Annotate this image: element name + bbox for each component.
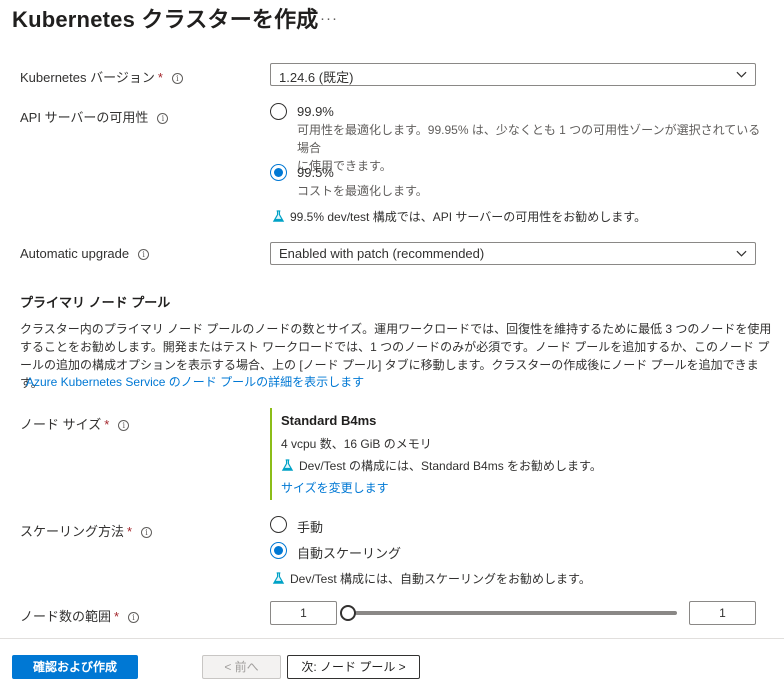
chevron-down-icon bbox=[736, 71, 747, 78]
k8s-version-value: 1.24.6 (既定) bbox=[279, 70, 354, 85]
required-mark: * bbox=[114, 609, 120, 624]
node-size-recommendation: Dev/Test の構成には、Standard B4ms をお勧めします。 bbox=[281, 457, 602, 474]
info-icon[interactable]: i bbox=[141, 527, 153, 538]
previous-button[interactable]: < 前へ bbox=[202, 655, 281, 679]
node-count-max-input[interactable]: 1 bbox=[689, 601, 756, 625]
node-size-label-text: ノード サイズ bbox=[20, 417, 102, 432]
required-mark: * bbox=[127, 524, 133, 539]
api-availability-recommendation-text: 99.5% dev/test 構成では、API サーバーの可用性をお勧めします。 bbox=[290, 210, 647, 224]
primary-pool-heading: プライマリ ノード プール bbox=[20, 295, 171, 310]
change-size-link[interactable]: サイズを変更します bbox=[281, 479, 389, 496]
scale-method-label: スケーリング方法 * i bbox=[20, 521, 153, 540]
node-count-slider-thumb[interactable] bbox=[340, 605, 356, 621]
footer-divider bbox=[0, 638, 784, 639]
flask-icon bbox=[281, 459, 294, 471]
flask-icon bbox=[272, 210, 285, 222]
chevron-down-icon bbox=[736, 250, 747, 257]
scale-method-label-text: スケーリング方法 bbox=[20, 524, 125, 539]
k8s-version-label: Kubernetes バージョン * i bbox=[20, 67, 183, 86]
auto-upgrade-label-text: Automatic upgrade bbox=[20, 246, 130, 261]
radio-manual-label: 手動 bbox=[297, 520, 324, 535]
info-icon[interactable]: i bbox=[171, 73, 183, 84]
info-icon[interactable]: i bbox=[138, 249, 150, 260]
api-availability-label: API サーバーの可用性 i bbox=[20, 107, 169, 126]
node-count-slider-track[interactable] bbox=[355, 611, 677, 615]
scale-method-recommendation-text: Dev/Test 構成には、自動スケーリングをお勧めします。 bbox=[290, 572, 591, 586]
k8s-version-dropdown[interactable]: 1.24.6 (既定) bbox=[270, 63, 756, 86]
node-size-name: Standard B4ms bbox=[281, 413, 377, 428]
radio-autoscale[interactable] bbox=[270, 542, 287, 559]
required-mark: * bbox=[104, 417, 110, 432]
info-icon[interactable]: i bbox=[118, 420, 130, 431]
flask-icon bbox=[272, 572, 285, 584]
page-title: Kubernetes クラスターを作成 bbox=[12, 7, 319, 32]
radio-99-9[interactable] bbox=[270, 103, 287, 120]
node-count-label: ノード数の範囲 * i bbox=[20, 606, 140, 625]
node-size-panel: Standard B4ms 4 vcpu 数、16 GiB のメモリ Dev/T… bbox=[270, 408, 602, 500]
node-count-label-text: ノード数の範囲 bbox=[20, 609, 112, 624]
api-availability-recommendation: 99.5% dev/test 構成では、API サーバーの可用性をお勧めします。 bbox=[272, 208, 646, 225]
radio-99-9-description: 可用性を最適化します。99.95% は、少なくとも 1 つの可用性ゾーンが選択さ… bbox=[297, 123, 761, 173]
scale-method-recommendation: Dev/Test 構成には、自動スケーリングをお勧めします。 bbox=[272, 570, 591, 587]
info-icon[interactable]: i bbox=[157, 113, 169, 124]
review-create-button[interactable]: 確認および作成 bbox=[12, 655, 138, 679]
node-size-spec: 4 vcpu 数、16 GiB のメモリ bbox=[281, 437, 432, 451]
radio-99-5[interactable] bbox=[270, 164, 287, 181]
radio-99-5-description: コストを最適化します。 bbox=[297, 184, 428, 198]
radio-manual[interactable] bbox=[270, 516, 287, 533]
node-size-recommendation-text: Dev/Test の構成には、Standard B4ms をお勧めします。 bbox=[299, 459, 602, 473]
node-count-min-input[interactable]: 1 bbox=[270, 601, 337, 625]
info-icon[interactable]: i bbox=[128, 612, 140, 623]
radio-99-5-label: 99.5% bbox=[297, 165, 334, 180]
auto-upgrade-label: Automatic upgrade i bbox=[20, 246, 150, 261]
auto-upgrade-value: Enabled with patch (recommended) bbox=[279, 246, 485, 261]
radio-autoscale-label: 自動スケーリング bbox=[297, 546, 402, 561]
next-node-pools-button[interactable]: 次: ノード プール > bbox=[287, 655, 420, 679]
k8s-version-label-text: Kubernetes バージョン bbox=[20, 70, 155, 85]
node-pool-details-link[interactable]: Azure Kubernetes Service のノード プールの詳細を表示し… bbox=[26, 373, 364, 390]
node-size-label: ノード サイズ * i bbox=[20, 414, 130, 433]
auto-upgrade-dropdown[interactable]: Enabled with patch (recommended) bbox=[270, 242, 756, 265]
more-actions-button[interactable]: ··· bbox=[320, 10, 338, 27]
radio-99-9-label: 99.9% bbox=[297, 104, 334, 119]
api-availability-label-text: API サーバーの可用性 bbox=[20, 110, 149, 125]
required-mark: * bbox=[157, 70, 163, 85]
